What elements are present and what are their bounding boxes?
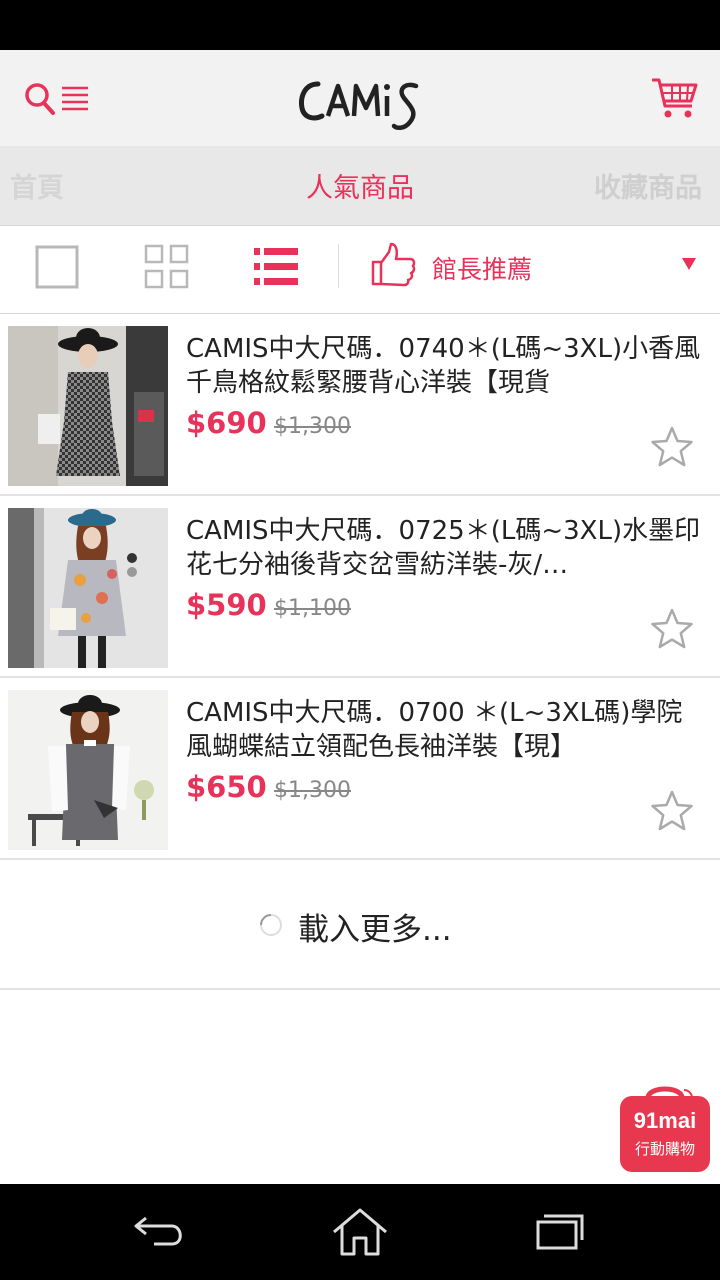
load-more-button[interactable]: 載入更多... (0, 860, 720, 990)
loading-spinner-icon (260, 914, 282, 936)
recent-apps-icon (536, 1214, 584, 1250)
tab-favorites[interactable]: 收藏商品 (594, 166, 702, 205)
search-menu-button[interactable] (24, 82, 94, 118)
toolbar-divider (338, 244, 339, 288)
category-tabs: 首頁 人氣商品 收藏商品 (0, 146, 720, 226)
product-list: CAMIS中大尺碼．0740＊(L碼~3XL)小香風千鳥格紋鬆緊腰背心洋裝【現貨… (0, 314, 720, 860)
star-icon[interactable] (650, 608, 694, 650)
product-title: CAMIS中大尺碼．0740＊(L碼~3XL)小香風千鳥格紋鬆緊腰背心洋裝【現貨 (186, 334, 701, 398)
star-icon[interactable] (650, 790, 694, 832)
dropdown-arrow-icon (682, 258, 696, 270)
product-original-price: $1,300 (274, 414, 351, 439)
product-price: $590 (186, 588, 267, 622)
status-bar (0, 0, 720, 50)
search-icon (25, 83, 88, 115)
back-button[interactable] (132, 1206, 188, 1258)
cart-button[interactable] (650, 76, 700, 122)
product-item[interactable]: CAMIS中大尺碼．0740＊(L碼~3XL)小香風千鳥格紋鬆緊腰背心洋裝【現貨… (0, 314, 720, 496)
recents-button[interactable] (532, 1206, 588, 1258)
product-price: $650 (186, 770, 267, 804)
view-toolbar: 館長推薦 (0, 226, 720, 314)
thumbs-up-icon (371, 242, 416, 287)
single-view-icon (35, 245, 79, 289)
system-nav-bar (0, 1184, 720, 1280)
product-item[interactable]: CAMIS中大尺碼．0725＊(L碼~3XL)水墨印花七分袖後背交岔雪紡洋裝-灰… (0, 496, 720, 678)
grid-view-icon (144, 244, 189, 289)
mobile-shopping-label: 行動購物 (634, 1140, 695, 1158)
list-view-button[interactable] (254, 244, 300, 290)
home-button[interactable] (332, 1206, 388, 1258)
product-image[interactable] (8, 690, 168, 850)
product-title: CAMIS中大尺碼．0700 ＊(L~3XL碼)學院風蝴蝶結立領配色長袖洋裝【現… (186, 698, 683, 762)
camis-logo (298, 70, 422, 134)
91mai-label: 91mai (633, 1108, 697, 1133)
sort-dropdown[interactable]: 館長推薦 (366, 238, 706, 298)
product-title: CAMIS中大尺碼．0725＊(L碼~3XL)水墨印花七分袖後背交岔雪紡洋裝-灰… (186, 516, 701, 580)
91mai-badge[interactable]: 91mai 行動購物 (618, 1082, 712, 1174)
list-view-icon (254, 248, 298, 285)
home-icon (333, 1208, 387, 1256)
product-image[interactable] (8, 508, 168, 668)
single-view-button[interactable] (34, 244, 80, 290)
back-icon (134, 1216, 182, 1246)
product-item[interactable]: CAMIS中大尺碼．0700 ＊(L~3XL碼)學院風蝴蝶結立領配色長袖洋裝【現… (0, 678, 720, 860)
product-price: $690 (186, 406, 267, 440)
app-header (0, 50, 720, 146)
star-icon[interactable] (650, 426, 694, 468)
menu-icon (62, 86, 88, 111)
product-original-price: $1,100 (274, 596, 351, 621)
load-more-label: 載入更多... (298, 912, 452, 948)
cart-icon (652, 78, 698, 118)
sort-label: 館長推薦 (432, 255, 533, 284)
product-image[interactable] (8, 326, 168, 486)
grid-view-button[interactable] (144, 244, 190, 290)
product-original-price: $1,300 (274, 778, 351, 803)
